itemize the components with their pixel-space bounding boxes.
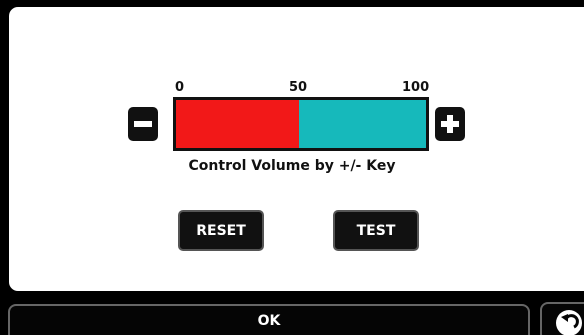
scale-label-min: 0 [175,80,185,95]
volume-level-fill [176,100,299,148]
volume-caption: Control Volume by +/- Key [188,158,396,174]
volume-increase-button[interactable] [435,107,465,141]
volume-level-bar[interactable] [173,97,429,151]
volume-settings-screen: 0 50 100 Control Volume by +/- Key RESET… [0,0,584,335]
test-button[interactable]: TEST [333,210,419,251]
reset-button[interactable]: RESET [178,210,264,251]
volume-decrease-button[interactable] [128,107,158,141]
ok-button[interactable]: OK [8,304,530,335]
scale-label-mid: 50 [289,80,308,95]
scale-label-max: 100 [402,80,430,95]
back-button[interactable] [540,302,584,335]
back-arrow-icon [556,310,582,335]
